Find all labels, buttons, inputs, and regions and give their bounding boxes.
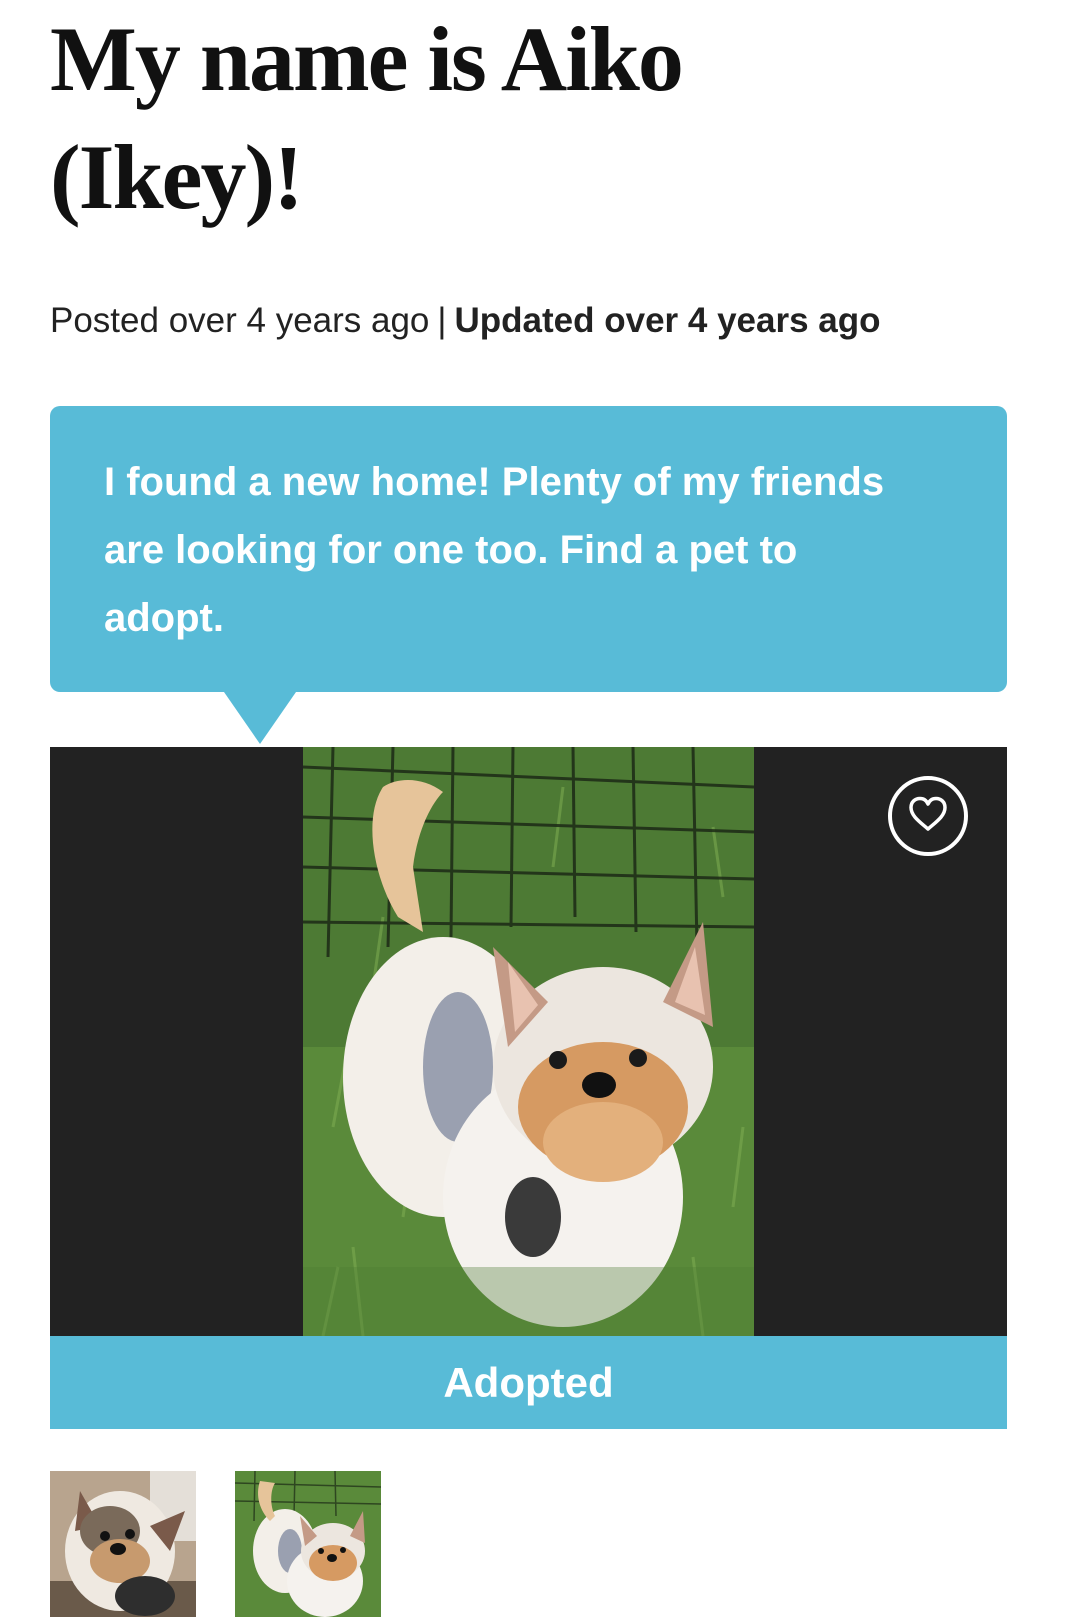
- meta-separator: |: [437, 301, 447, 340]
- adopted-banner: I found a new home! Plenty of my friends…: [50, 406, 1007, 692]
- posted-date: Posted over 4 years ago: [50, 301, 430, 340]
- title-line-2: (Ikey)!: [50, 126, 304, 228]
- photo-carousel: [50, 747, 1007, 1336]
- favorite-button[interactable]: [888, 776, 968, 856]
- banner-pointer: [224, 692, 296, 744]
- thumbnail-2[interactable]: [235, 1471, 381, 1617]
- title-line-1: My name is Aiko: [50, 8, 684, 110]
- page-title: My name is Aiko (Ikey)!: [50, 0, 1030, 236]
- status-label: Adopted: [443, 1359, 614, 1406]
- thumbnail-1[interactable]: [50, 1471, 196, 1617]
- heart-icon: [908, 796, 948, 837]
- updated-date: Updated over 4 years ago: [454, 301, 881, 340]
- adopted-status-bar: Adopted: [50, 1336, 1007, 1429]
- pet-photo[interactable]: [303, 747, 754, 1336]
- post-meta: Posted over 4 years ago | Updated over 4 y…: [50, 300, 881, 342]
